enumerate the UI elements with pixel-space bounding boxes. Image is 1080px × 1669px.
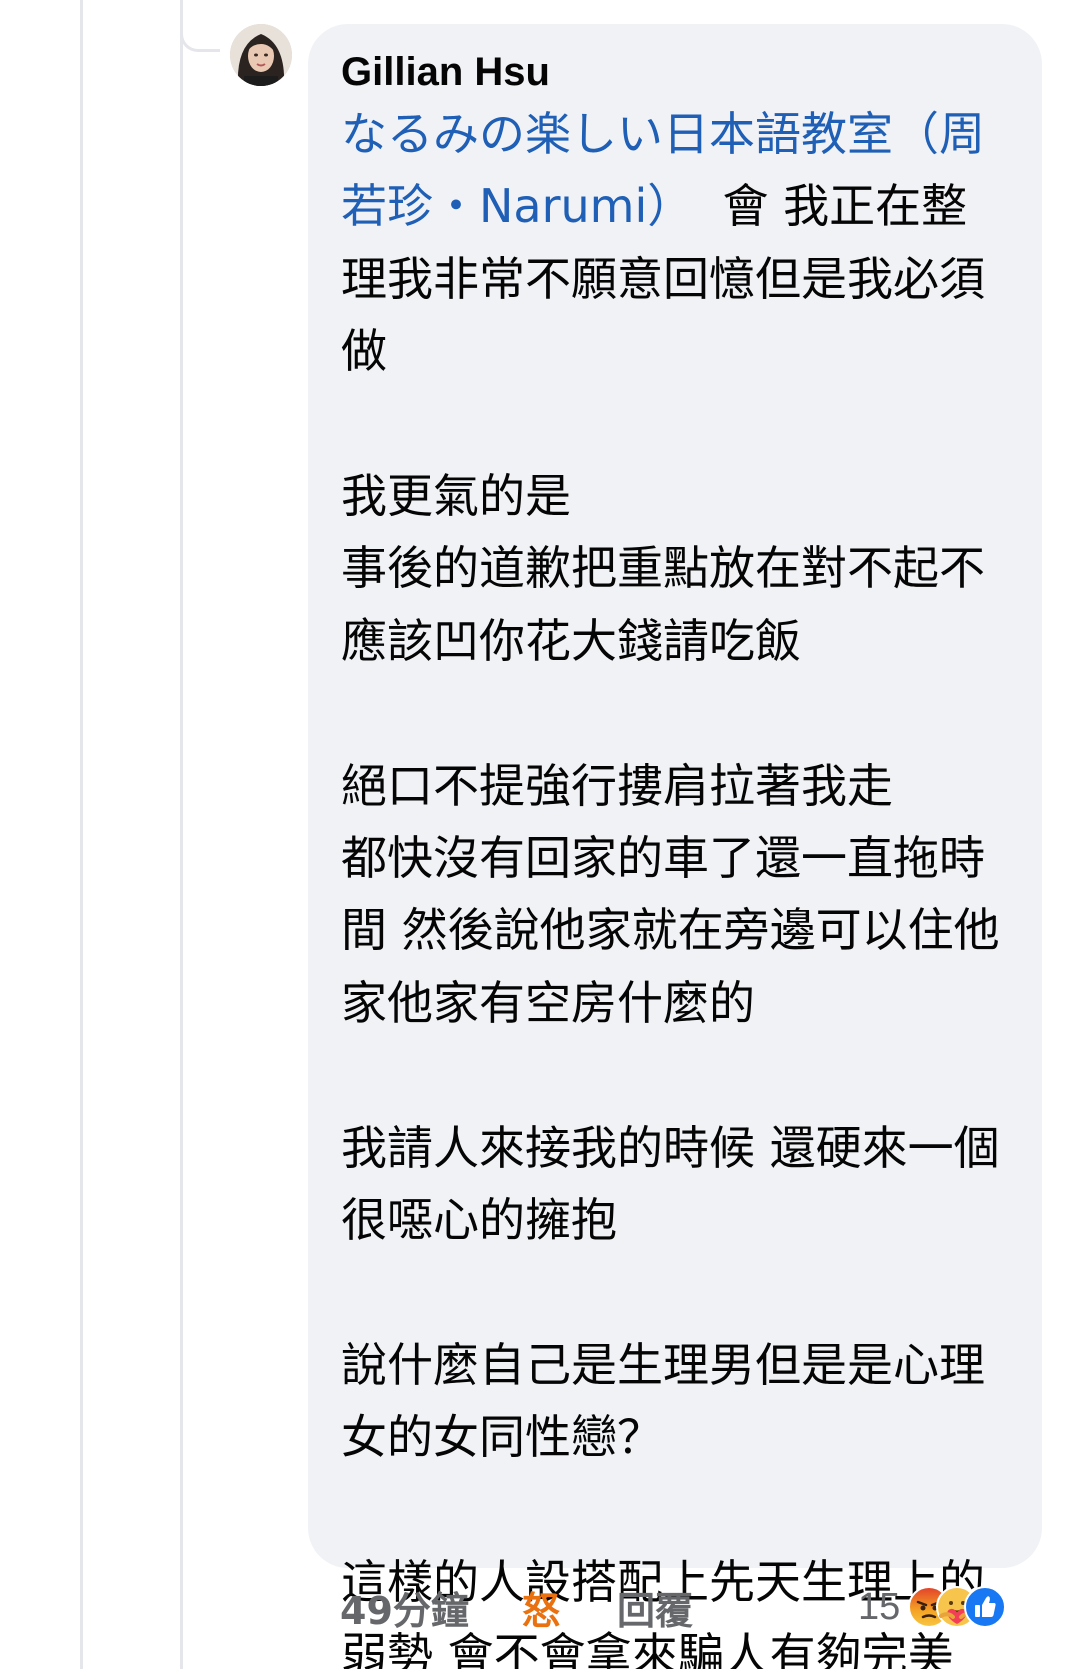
thread-line-outer (80, 0, 83, 1669)
comment-body: なるみの楽しい日本語教室（周若珍・Narumi） 會 我正在整理我非常不願意回憶… (341, 98, 1012, 1669)
thread-connector (180, 0, 220, 52)
reaction-button[interactable]: 怒 (522, 1586, 560, 1636)
comment-timestamp[interactable]: 49分鐘 (340, 1586, 469, 1636)
avatar[interactable] (230, 24, 292, 86)
comment-thread: Gillian Hsu なるみの楽しい日本語教室（周若珍・Narumi） 會 我… (0, 0, 1080, 1669)
thread-line-inner (180, 0, 183, 1669)
comment-bubble: Gillian Hsu なるみの楽しい日本語教室（周若珍・Narumi） 會 我… (308, 24, 1042, 1669)
comment-author[interactable]: Gillian Hsu (341, 46, 1012, 98)
reply-button[interactable]: 回覆 (617, 1586, 693, 1636)
avatar-photo (230, 24, 292, 86)
like-icon (964, 1586, 1006, 1628)
comment-text: 會 我正在整理我非常不願意回憶但是我必須做 我更氣的是 事後的道歉把重點放在對不… (341, 179, 1000, 1669)
reaction-count: 15 (858, 1586, 901, 1628)
